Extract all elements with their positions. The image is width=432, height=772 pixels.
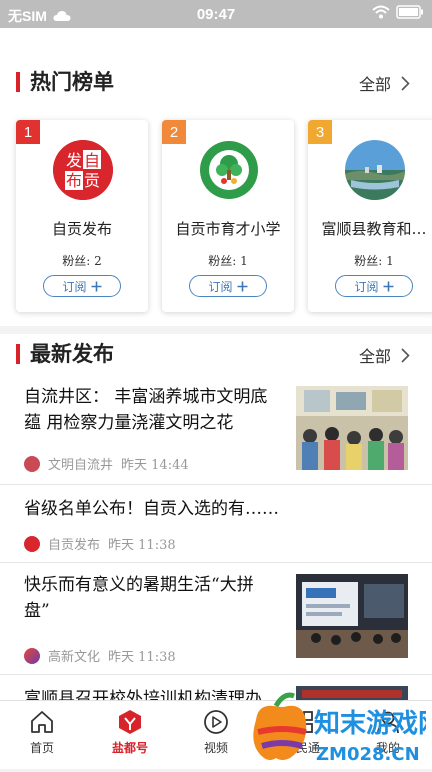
rank-badge: 3 [308, 120, 332, 144]
hot-more-link[interactable]: 全部 [359, 71, 410, 95]
tab-label: 盐都号 [111, 741, 148, 755]
status-right [372, 5, 424, 19]
status-time: 09:47 [196, 6, 236, 23]
subscribe-button[interactable]: 订阅 [335, 275, 413, 297]
watermark-subtext: ZM028.CN [316, 744, 420, 765]
news-title: 富顺县召开校外培训机构清理办 [24, 689, 262, 700]
news-title-line: 盘” [24, 601, 50, 621]
svg-text:布: 布 [66, 171, 82, 190]
subscribe-label: 订阅 [62, 279, 87, 294]
play-icon [204, 710, 228, 734]
avatar-yucai-school [199, 140, 259, 200]
apple-logo-icon: 知末游戏网 ZM028.CN [253, 692, 432, 765]
tab-home[interactable]: 首页 [10, 709, 74, 756]
hot-card[interactable]: 1 发 自 布 贡 自贡发布 粉丝: 2 订阅 [16, 120, 148, 312]
plus-icon [237, 281, 247, 291]
tab-label: 首页 [29, 741, 54, 755]
rank-badge: 2 [162, 120, 186, 144]
watermark-text: 知末游戏网 [314, 709, 426, 739]
svg-text:自: 自 [84, 151, 100, 170]
chevron-right-icon [401, 75, 410, 91]
news-thumbnail [296, 386, 408, 470]
news-source: 自贡发布 [48, 538, 101, 553]
tab-yandu[interactable]: 盐都号 [98, 709, 162, 756]
news-title: 自流井区： 丰富涵养城市文明底 蕴 用检察力量浇灌文明之花 [24, 384, 267, 436]
source-logo-icon [24, 455, 40, 472]
news-time: 昨天 11:38 [108, 650, 176, 665]
news-item[interactable]: 快乐而有意义的暑期生活“大拼 盘” 高新文化 昨天 11:38 [0, 562, 432, 675]
home-icon [31, 711, 53, 733]
latest-section-header: 最新发布 全部 [0, 334, 432, 374]
main-content: 热门榜单 全部 1 发 自 布 贡 自贡发布 粉丝: 2 订阅 2 自贡市育才小… [0, 28, 432, 700]
news-source: 高新文化 [48, 650, 101, 665]
classroom-photo-icon [296, 386, 408, 470]
tab-label: 视频 [203, 741, 228, 755]
news-source: 文明自流井 [48, 458, 114, 473]
news-meta: 文明自流井 昨天 14:44 [24, 454, 189, 473]
news-meta: 自贡发布 昨天 11:38 [24, 534, 176, 553]
landscape-photo-icon [345, 140, 405, 200]
yandu-icon [119, 710, 141, 734]
section-marker [16, 72, 20, 92]
news-item[interactable]: 自流井区： 丰富涵养城市文明底 蕴 用检察力量浇灌文明之花 文明自流井 昨天 1… [0, 374, 432, 485]
battery-icon [396, 5, 423, 19]
news-title-line: 快乐而有意义的暑期生活“大拼 [24, 575, 254, 595]
card-fans: 粉丝: 1 [354, 254, 394, 268]
hot-cards-row: 1 发 自 布 贡 自贡发布 粉丝: 2 订阅 2 自贡市育才小学 粉丝: 1 … [16, 120, 432, 314]
hot-more-label: 全部 [358, 75, 391, 94]
section-divider [0, 326, 432, 334]
source-logo-icon [24, 647, 40, 664]
news-meta: 高新文化 昨天 11:38 [24, 646, 176, 665]
card-name: 自贡市育才小学 [175, 220, 281, 238]
latest-more-link[interactable]: 全部 [359, 343, 410, 367]
subscribe-label: 订阅 [208, 279, 233, 294]
hot-section-title: 热门榜单 [30, 69, 114, 94]
source-logo-icon [24, 535, 40, 552]
plus-icon [383, 281, 393, 291]
card-fans: 粉丝: 1 [208, 254, 248, 268]
news-thumbnail [296, 574, 408, 658]
school-logo-icon [200, 141, 258, 199]
rank-badge: 1 [16, 120, 40, 144]
hot-card[interactable]: 2 自贡市育才小学 粉丝: 1 订阅 [162, 120, 294, 312]
watermark: 知末游戏网 ZM028.CN [236, 682, 432, 768]
subscribe-label: 订阅 [354, 279, 379, 294]
section-marker [16, 344, 20, 364]
card-fans: 粉丝: 2 [62, 254, 102, 268]
hot-section-header: 热门榜单 全部 [0, 62, 432, 102]
news-time: 昨天 11:38 [108, 538, 176, 553]
avatar-zigong-fabu: 发 自 布 贡 [53, 140, 113, 200]
wifi-icon [372, 5, 390, 19]
latest-section-title: 最新发布 [30, 341, 114, 366]
card-name: 自贡发布 [51, 220, 112, 238]
news-time: 昨天 14:44 [121, 458, 189, 473]
event-photo-icon [296, 574, 408, 658]
news-title: 快乐而有意义的暑期生活“大拼 盘” [24, 572, 254, 624]
status-bar: 无SIM 09:47 [0, 0, 432, 28]
chevron-right-icon [401, 347, 410, 363]
svg-text:发: 发 [66, 151, 82, 170]
zigong-logo-icon: 发 自 布 贡 [53, 140, 113, 200]
hot-card[interactable]: 3 富顺县教育和… 粉丝: 1 订阅 [308, 120, 432, 312]
card-name: 富顺县教育和… [321, 220, 427, 238]
avatar-fushun-education [345, 140, 405, 200]
news-title: 省级名单公布！自贡入选的有…… [24, 499, 279, 519]
latest-more-label: 全部 [358, 347, 391, 366]
news-title-line: 蕴 用检察力量浇灌文明之花 [24, 413, 234, 433]
subscribe-button[interactable]: 订阅 [43, 275, 121, 297]
svg-text:贡: 贡 [84, 171, 100, 190]
plus-icon [91, 281, 101, 291]
news-item[interactable]: 省级名单公布！自贡入选的有…… 自贡发布 昨天 11:38 [0, 484, 432, 563]
news-title-line: 自流井区： 丰富涵养城市文明底 [24, 387, 268, 407]
subscribe-button[interactable]: 订阅 [189, 275, 267, 297]
